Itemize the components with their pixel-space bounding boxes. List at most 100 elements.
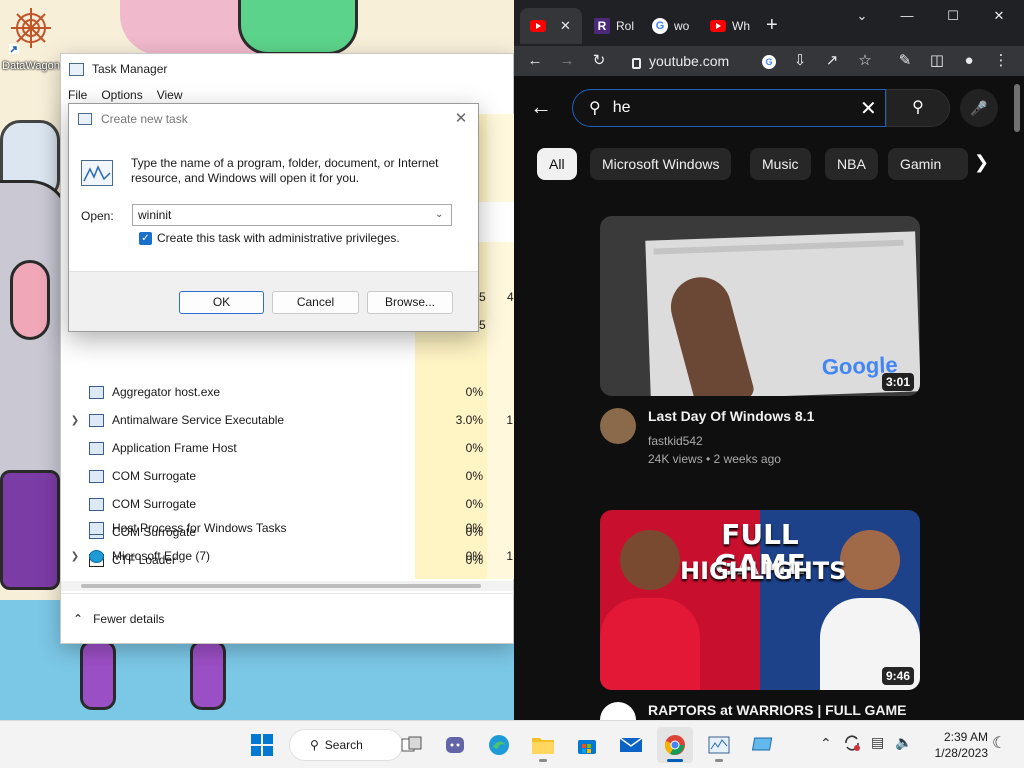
- tab-youtube-active[interactable]: ✕: [520, 8, 582, 44]
- google-lens-icon[interactable]: G: [758, 50, 780, 72]
- teams-chat-button[interactable]: [437, 727, 473, 763]
- scrollbar-thumb[interactable]: [81, 584, 481, 588]
- open-input-value[interactable]: wininit: [138, 208, 171, 222]
- extensions-icon[interactable]: ✎: [894, 50, 916, 72]
- tab-search-icon[interactable]: ⌄: [847, 8, 877, 26]
- start-button[interactable]: [244, 727, 280, 763]
- roblox-icon: R: [594, 18, 610, 34]
- chip-music[interactable]: Music: [750, 148, 811, 180]
- browse-button[interactable]: Browse...: [367, 291, 453, 314]
- minimize-button[interactable]: —: [892, 8, 922, 26]
- chip-nba[interactable]: NBA: [825, 148, 878, 180]
- admin-privileges-checkbox[interactable]: ✓ Create this task with administrative p…: [139, 231, 400, 245]
- video-title[interactable]: Last Day Of Windows 8.1: [648, 408, 918, 424]
- search-button[interactable]: ⚲: [886, 89, 950, 127]
- process-cpu: 0%: [465, 549, 483, 563]
- bookmark-star-icon[interactable]: ☆: [854, 50, 876, 72]
- tab-youtube[interactable]: Wh: [700, 8, 758, 44]
- volume-icon[interactable]: 🔈: [895, 734, 912, 751]
- menu-options[interactable]: Options: [101, 88, 142, 102]
- close-window-button[interactable]: ✕: [984, 8, 1014, 26]
- address-bar[interactable]: youtube.com: [624, 46, 884, 76]
- checkmark-icon[interactable]: ✓: [139, 231, 152, 245]
- profile-icon[interactable]: ●: [958, 50, 980, 72]
- chevron-right-icon[interactable]: ❯: [61, 551, 89, 562]
- create-new-task-dialog[interactable]: Create new task ✕ Type the name of a pro…: [68, 103, 479, 332]
- chip-all[interactable]: All: [537, 148, 577, 180]
- thumbnail-text-2: HIGHLIGHTS: [680, 557, 847, 585]
- window-title: Task Manager: [92, 62, 168, 76]
- dialog-description: Type the name of a program, folder, docu…: [131, 156, 439, 185]
- ok-button[interactable]: OK: [179, 291, 264, 314]
- system-clock[interactable]: 2:39 AM 1/28/2023: [924, 729, 988, 761]
- dialog-titlebar[interactable]: Create new task: [69, 104, 478, 134]
- side-panel-icon[interactable]: ◫: [926, 50, 948, 72]
- url-text[interactable]: youtube.com: [649, 53, 729, 69]
- open-combobox[interactable]: wininit ⌄: [132, 204, 452, 226]
- filter-chips: All Microsoft Windows Music NBA Gamin ❯: [514, 148, 1024, 180]
- task-view-icon: [401, 736, 422, 752]
- desktop-shortcut-datawagon[interactable]: DataWagon: [2, 6, 60, 76]
- file-explorer-button[interactable]: [525, 727, 561, 763]
- chevron-right-icon[interactable]: ❯: [974, 152, 989, 173]
- chip-gaming[interactable]: Gamin: [888, 148, 968, 180]
- maximize-button[interactable]: ☐: [938, 8, 968, 26]
- video-card[interactable]: FULL GAME HIGHLIGHTS 9:46 RAPTORS at WAR…: [600, 510, 920, 720]
- network-icon[interactable]: ▤: [871, 734, 884, 751]
- page-scrollbar[interactable]: [1014, 84, 1020, 132]
- process-row[interactable]: ❯ Microsoft Edge (7) 0% 1: [61, 542, 515, 570]
- chevron-down-icon[interactable]: ⌄: [435, 205, 447, 225]
- microphone-icon[interactable]: 🎤: [960, 89, 998, 127]
- taskbar: ⚲ Search ⌃ ▤ 🔈 2:39 AM 1/28/2023 ☾: [0, 720, 1024, 768]
- menu-file[interactable]: File: [68, 88, 87, 102]
- remote-desktop-button[interactable]: [745, 727, 781, 763]
- reload-icon[interactable]: ↻: [588, 50, 610, 72]
- share-icon[interactable]: ↗: [821, 50, 843, 72]
- tab-google[interactable]: G wo: [642, 8, 700, 44]
- cancel-button[interactable]: Cancel: [272, 291, 359, 314]
- video-title[interactable]: RAPTORS at WARRIORS | FULL GAME: [648, 702, 918, 718]
- back-arrow-icon[interactable]: ←: [530, 94, 552, 120]
- video-info: Last Day Of Windows 8.1 fastkid542 24K v…: [600, 396, 920, 476]
- chrome-browser-window[interactable]: ✕ R Rol G wo Wh + ⌄ — ☐ ✕ ← → ↻ youtube.…: [514, 0, 1024, 720]
- forward-icon[interactable]: →: [556, 50, 578, 72]
- video-card[interactable]: Google 3:01 Last Day Of Windows 8.1 fast…: [600, 216, 920, 476]
- sync-icon[interactable]: [843, 733, 861, 753]
- mail-icon: [619, 737, 643, 752]
- thumbnail-jersey-left: [600, 598, 700, 690]
- edge-taskbar-button[interactable]: [481, 727, 517, 763]
- notifications-icon[interactable]: ☾: [992, 733, 1006, 753]
- task-view-button[interactable]: [394, 727, 430, 763]
- taskbar-search[interactable]: ⚲ Search: [289, 729, 403, 761]
- channel-name[interactable]: fastkid542: [648, 434, 703, 448]
- close-tab-icon[interactable]: ✕: [560, 18, 571, 34]
- microsoft-store-button[interactable]: [569, 727, 605, 763]
- back-icon[interactable]: ←: [524, 50, 546, 72]
- active-indicator: [667, 759, 683, 762]
- tab-roblox[interactable]: R Rol: [584, 8, 642, 44]
- chrome-icon: [665, 735, 685, 755]
- menu-kebab-icon[interactable]: ⋮: [990, 50, 1012, 72]
- channel-avatar[interactable]: [600, 702, 636, 720]
- youtube-search-input[interactable]: ⚲ he: [572, 89, 886, 127]
- video-thumbnail[interactable]: Google 3:01: [600, 216, 920, 396]
- mail-button[interactable]: [613, 727, 649, 763]
- chrome-taskbar-button[interactable]: [657, 727, 693, 763]
- process-row[interactable]: Host Process for Windows Tasks 0%: [61, 514, 515, 542]
- menu-view[interactable]: View: [157, 88, 183, 102]
- task-manager-titlebar[interactable]: Task Manager: [61, 54, 513, 84]
- horizontal-scrollbar[interactable]: [61, 581, 513, 591]
- video-thumbnail[interactable]: FULL GAME HIGHLIGHTS 9:46: [600, 510, 920, 690]
- channel-avatar[interactable]: [600, 408, 636, 444]
- close-icon[interactable]: ✕: [452, 110, 470, 128]
- install-app-icon[interactable]: ⇩: [789, 50, 811, 72]
- chevron-up-icon[interactable]: ⌃: [820, 735, 832, 752]
- chip-microsoft-windows[interactable]: Microsoft Windows: [590, 148, 732, 180]
- thumbnail-player-right: [840, 530, 900, 590]
- search-query[interactable]: he: [613, 99, 631, 117]
- datawagon-app-icon: [9, 6, 53, 54]
- clear-search-icon[interactable]: ✕: [860, 96, 877, 121]
- fewer-details-button[interactable]: ⌃ Fewer details: [61, 593, 515, 643]
- task-manager-taskbar-button[interactable]: [701, 727, 737, 763]
- new-tab-button[interactable]: +: [766, 14, 778, 37]
